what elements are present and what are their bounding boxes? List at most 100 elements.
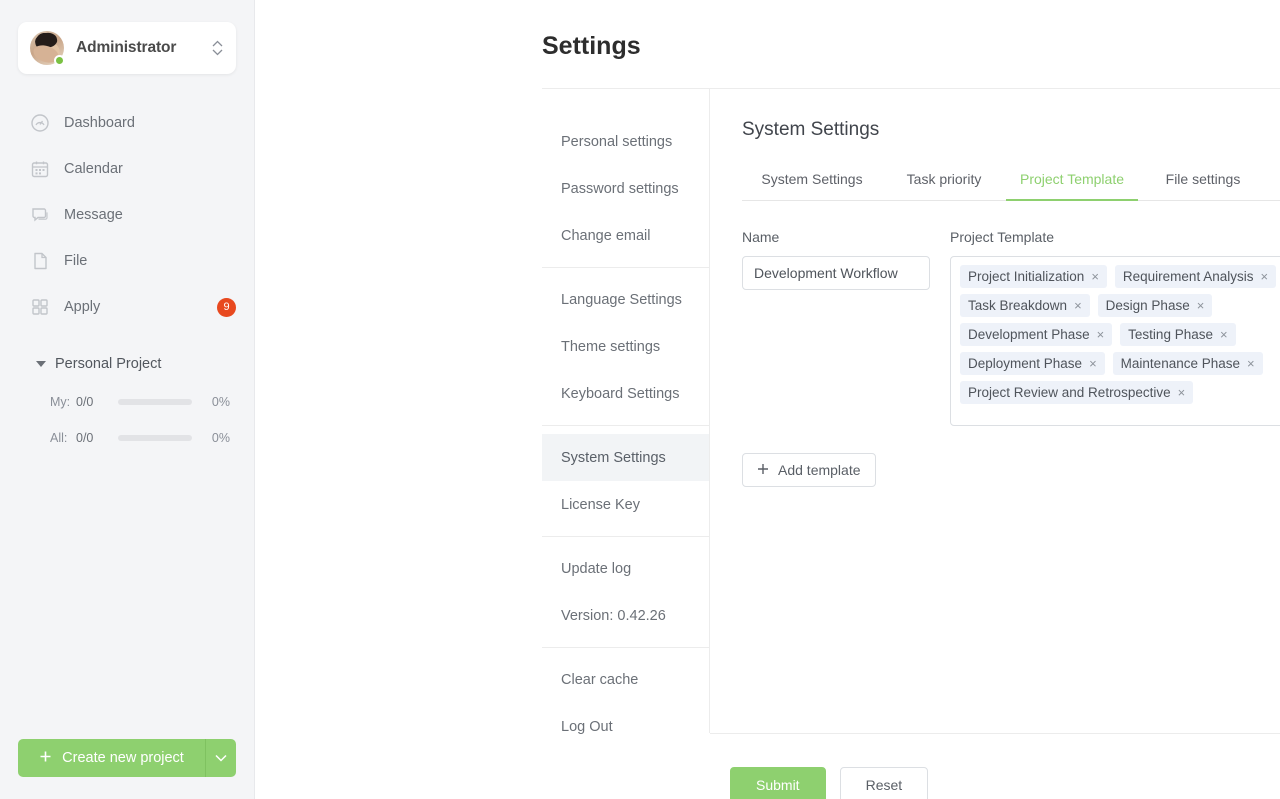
user-switcher[interactable]: Administrator bbox=[18, 22, 236, 74]
project-section-title: Personal Project bbox=[55, 356, 161, 372]
template-chip[interactable]: Task Breakdown × bbox=[960, 294, 1090, 317]
sidebar-item-label: File bbox=[64, 253, 236, 269]
tab-file-settings[interactable]: File settings bbox=[1138, 171, 1268, 200]
settings-nav-item-license-key[interactable]: License Key bbox=[542, 481, 709, 528]
name-input[interactable] bbox=[742, 256, 930, 290]
status-badge: 9 bbox=[217, 298, 236, 317]
sidebar-item-apply[interactable]: Apply 9 bbox=[0, 284, 254, 330]
progress-bar bbox=[118, 399, 192, 405]
settings-nav: Personal settings Password settings Chan… bbox=[542, 89, 710, 733]
chevron-up-down-icon[interactable] bbox=[210, 40, 224, 56]
template-field-label: Project Template bbox=[950, 229, 1280, 245]
settings-nav-label: Language Settings bbox=[561, 292, 682, 308]
settings-nav-label: Change email bbox=[561, 228, 650, 244]
sidebar-item-label: Message bbox=[64, 207, 236, 223]
close-icon[interactable]: × bbox=[1220, 328, 1228, 341]
sidebar-item-calendar[interactable]: Calendar bbox=[0, 146, 254, 192]
template-chip[interactable]: Project Initialization × bbox=[960, 265, 1107, 288]
tab-bar: System Settings Task priority Project Te… bbox=[742, 171, 1280, 201]
create-project-dropdown-button[interactable] bbox=[206, 739, 236, 777]
settings-nav-item-log-out[interactable]: Log Out bbox=[542, 703, 709, 750]
progress-percent: 0% bbox=[200, 395, 230, 409]
template-chips-container[interactable]: Project Initialization×Requirement Analy… bbox=[950, 256, 1280, 426]
name-field-group: Name bbox=[742, 229, 930, 426]
sidebar-spacer bbox=[0, 456, 254, 739]
submit-button[interactable]: Submit bbox=[730, 767, 826, 799]
template-chip[interactable]: Maintenance Phase× bbox=[1113, 352, 1263, 375]
main-content: Settings Personal settings Password sett… bbox=[255, 0, 1280, 799]
plus-icon bbox=[39, 750, 52, 767]
sidebar-item-message[interactable]: Message bbox=[0, 192, 254, 238]
settings-nav-item-system-settings[interactable]: System Settings bbox=[542, 434, 709, 481]
template-chip-label: Requirement Analysis bbox=[1123, 269, 1254, 284]
template-chip-label: Design Phase bbox=[1106, 298, 1190, 313]
template-chip-label: Project Review and Retrospective bbox=[968, 385, 1171, 400]
settings-nav-item-theme-settings[interactable]: Theme settings bbox=[542, 323, 709, 370]
settings-nav-label: System Settings bbox=[561, 450, 666, 466]
template-chip-label: Task Breakdown bbox=[968, 298, 1067, 313]
settings-nav-label: License Key bbox=[561, 497, 640, 513]
template-field-group: Project Template Project Initialization ×… bbox=[950, 229, 1280, 426]
sidebar-item-label: Apply bbox=[64, 299, 217, 315]
tab-project-template[interactable]: Project Template bbox=[1006, 171, 1138, 200]
close-icon[interactable]: × bbox=[1197, 299, 1205, 312]
settings-nav-label: Update log bbox=[561, 561, 631, 577]
template-chip[interactable]: Testing Phase × bbox=[1120, 323, 1235, 346]
settings-pane: System Settings System Settings Task pri… bbox=[710, 89, 1280, 799]
settings-nav-item-update-log[interactable]: Update log bbox=[542, 545, 709, 592]
settings-nav-item-language-settings[interactable]: Language Settings bbox=[542, 276, 709, 323]
settings-nav-divider bbox=[542, 536, 709, 537]
pane-title: System Settings bbox=[742, 119, 1280, 141]
close-icon[interactable]: × bbox=[1097, 328, 1105, 341]
progress-row-my: My: 0/0 0% bbox=[0, 384, 254, 420]
tab-task-priority[interactable]: Task priority bbox=[882, 171, 1006, 200]
reset-button[interactable]: Reset bbox=[840, 767, 929, 799]
close-icon[interactable]: × bbox=[1178, 386, 1186, 399]
add-template-button[interactable]: Add template bbox=[742, 453, 876, 487]
create-new-project-button[interactable]: Create new project bbox=[18, 739, 206, 777]
sidebar-item-label: Dashboard bbox=[64, 115, 236, 131]
settings-nav-label: Theme settings bbox=[561, 339, 660, 355]
progress-percent: 0% bbox=[200, 431, 230, 445]
name-field-label: Name bbox=[742, 229, 930, 245]
version-label: Version: 0.42.26 bbox=[561, 608, 666, 624]
template-chip-label: Deployment Phase bbox=[968, 356, 1082, 371]
project-section-toggle[interactable]: Personal Project bbox=[0, 344, 254, 384]
sidebar-item-file[interactable]: File bbox=[0, 238, 254, 284]
template-chip[interactable]: Design Phase × bbox=[1098, 294, 1213, 317]
settings-nav-item-password-settings[interactable]: Password settings bbox=[542, 165, 709, 212]
page-title: Settings bbox=[542, 32, 641, 61]
sidebar: Administrator Dashboard Calendar bbox=[0, 0, 255, 799]
dashboard-icon bbox=[30, 113, 50, 133]
settings-nav-item-personal-settings[interactable]: Personal settings bbox=[542, 118, 709, 165]
close-icon[interactable]: × bbox=[1089, 357, 1097, 370]
close-icon[interactable]: × bbox=[1247, 357, 1255, 370]
create-new-project-group: Create new project bbox=[18, 739, 236, 777]
template-chip-label: Testing Phase bbox=[1128, 327, 1213, 342]
close-icon[interactable]: × bbox=[1091, 270, 1099, 283]
close-icon[interactable]: × bbox=[1074, 299, 1082, 312]
template-chip[interactable]: Project Review and Retrospective × bbox=[960, 381, 1193, 404]
sidebar-nav: Dashboard Calendar Message File bbox=[0, 100, 254, 330]
settings-nav-label: Personal settings bbox=[561, 134, 672, 150]
tab-system-settings[interactable]: System Settings bbox=[742, 171, 882, 200]
template-chip[interactable]: Requirement Analysis × bbox=[1115, 265, 1276, 288]
template-chip[interactable]: Deployment Phase × bbox=[960, 352, 1105, 375]
settings-nav-label: Keyboard Settings bbox=[561, 386, 680, 402]
user-name: Administrator bbox=[76, 39, 210, 57]
settings-nav-label: Password settings bbox=[561, 181, 679, 197]
settings-nav-item-clear-cache[interactable]: Clear cache bbox=[542, 656, 709, 703]
settings-nav-label: Clear cache bbox=[561, 672, 638, 688]
plus-icon bbox=[757, 462, 769, 478]
template-chip-label: Project Initialization bbox=[968, 269, 1084, 284]
settings-nav-label: Log Out bbox=[561, 719, 613, 735]
settings-nav-item-keyboard-settings[interactable]: Keyboard Settings bbox=[542, 370, 709, 417]
progress-value: 0/0 bbox=[76, 431, 110, 445]
tab-label: System Settings bbox=[761, 171, 862, 187]
settings-nav-item-change-email[interactable]: Change email bbox=[542, 212, 709, 259]
close-icon[interactable]: × bbox=[1260, 270, 1268, 283]
sidebar-item-dashboard[interactable]: Dashboard bbox=[0, 100, 254, 146]
avatar bbox=[30, 31, 64, 65]
template-chip[interactable]: Development Phase× bbox=[960, 323, 1112, 346]
message-icon bbox=[30, 205, 50, 225]
